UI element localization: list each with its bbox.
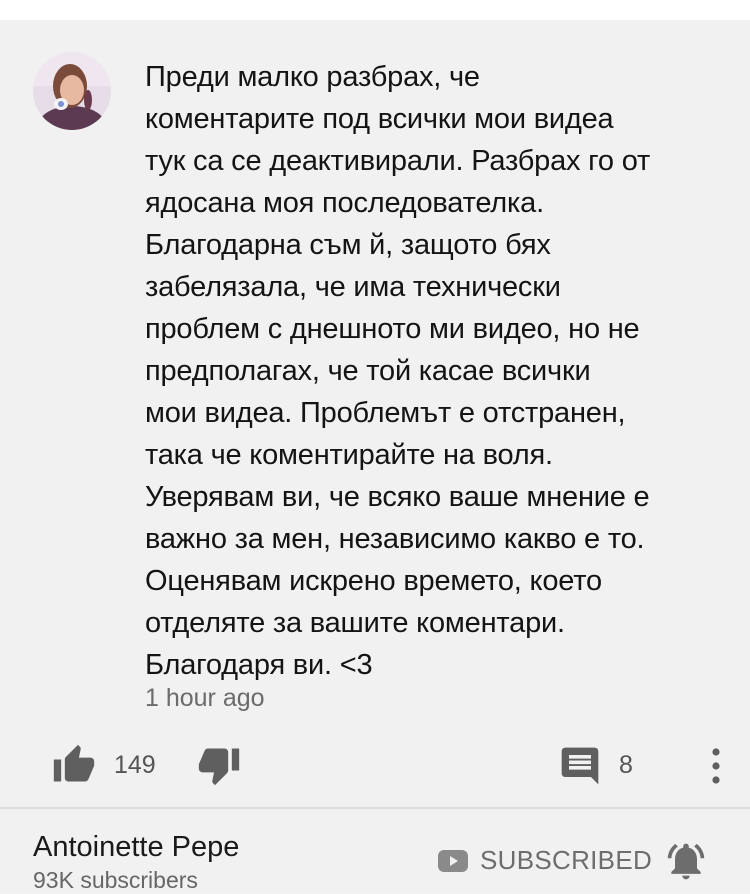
author-avatar[interactable]: [33, 52, 111, 130]
thumbs-down-icon: [198, 748, 240, 786]
subscribed-label: SUBSCRIBED: [480, 845, 653, 875]
reply-count-wrap: 8: [619, 751, 633, 780]
top-strip: [0, 0, 750, 20]
thumbs-up-icon: [53, 744, 95, 782]
more-vert-icon: [712, 748, 720, 784]
subscribed-button[interactable]: SUBSCRIBED: [438, 845, 652, 876]
youtube-play-icon: [438, 849, 468, 872]
comment-text: Преди малко разбрах, че коментарите под …: [145, 61, 651, 681]
reply-button[interactable]: [558, 744, 602, 788]
avatar-image: [33, 52, 111, 130]
reply-count: 8: [619, 751, 633, 779]
like-button[interactable]: [50, 743, 98, 787]
bell-ringing-icon: [667, 843, 705, 880]
like-count: 149: [114, 751, 156, 779]
like-count-wrap: 149: [114, 751, 156, 780]
comment-icon: [561, 747, 599, 785]
channel-name[interactable]: Antoinette Pepe: [33, 831, 239, 864]
dislike-button[interactable]: [196, 743, 242, 787]
notification-bell-button[interactable]: [664, 839, 708, 888]
subscriber-count: 93K subscribers: [33, 867, 198, 893]
comment-thread-item: Преди малко разбрах, че коментарите под …: [0, 20, 750, 808]
channel-bar: Antoinette Pepe 93K subscribers SUBSCRIB…: [0, 809, 750, 893]
more-options-button[interactable]: [706, 746, 726, 786]
comment-timestamp: 1 hour ago: [145, 684, 265, 712]
